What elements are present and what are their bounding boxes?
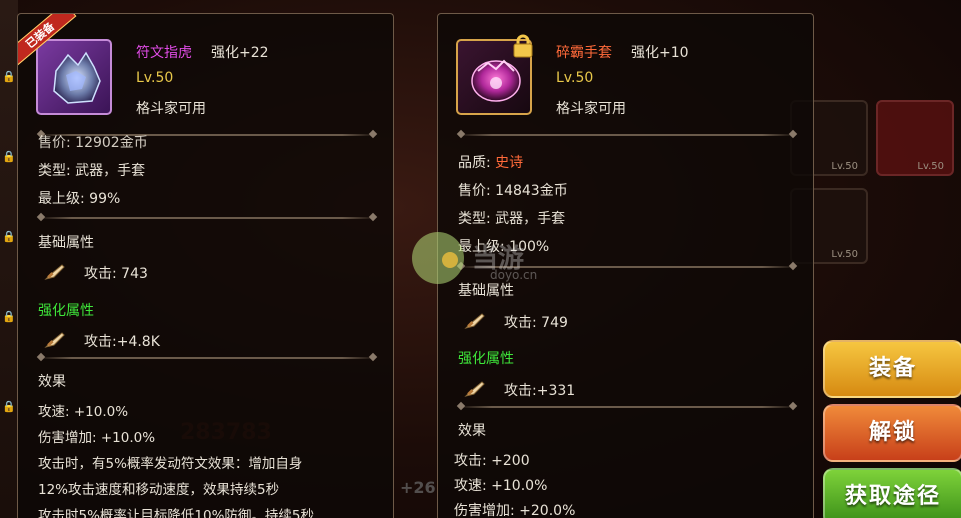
effect-title: 效果 (458, 423, 486, 439)
sword-icon (44, 264, 65, 280)
effect-line: 12%攻击速度和移动速度，效果持续5秒 (38, 482, 280, 498)
effect-line: 攻速: +10.0% (38, 404, 129, 420)
item-enhance-level: 强化+10 (631, 45, 689, 61)
knuckle-icon (53, 51, 101, 104)
slot-level: Lv.50 (831, 249, 858, 260)
sword-icon (464, 313, 485, 329)
item-class-restriction: 格斗家可用 (136, 101, 206, 117)
divider (458, 266, 796, 268)
effect-line: 伤害增加: +10.0% (38, 430, 156, 446)
unlock-button[interactable]: 解锁 (823, 404, 961, 462)
divider (38, 357, 376, 359)
base-attr-title: 基础属性 (458, 283, 514, 299)
item-type: 类型: 武器，手套 (38, 163, 146, 179)
base-attack: 攻击: 743 (84, 266, 148, 282)
enhance-attr-title: 强化属性 (458, 351, 514, 367)
lock-icon: 🔒 (2, 310, 16, 323)
lock-icon: 🔒 (2, 230, 16, 243)
divider (458, 406, 796, 408)
obtain-source-button[interactable]: 获取途径 (823, 468, 961, 518)
divider (38, 217, 376, 219)
lock-icon: 🔒 (2, 150, 16, 163)
item-price: 售价: 12902金币 (38, 135, 148, 151)
item-enhance-level: 强化+22 (211, 45, 269, 61)
item-class-restriction: 格斗家可用 (556, 101, 626, 117)
equipped-item-tooltip: 已装备 符文指虎 强化+22 Lv.50 格斗家可用 售价: 12902金币 类… (17, 13, 394, 518)
enhance-attr-title: 强化属性 (38, 303, 94, 319)
lock-icon (513, 34, 533, 58)
effect-line: 攻击时，有5%概率发动符文效果：增加自身 (38, 456, 303, 472)
effect-line: 攻击时5%概率让目标降低10%防御。持续5秒 (38, 508, 315, 518)
slot-level: Lv.50 (831, 161, 858, 172)
item-icon-rune-knuckles (36, 39, 112, 115)
left-edge-bar: 🔒 🔒 🔒 🔒 🔒 (0, 0, 18, 518)
slot-level: Lv.50 (917, 161, 944, 172)
sword-icon (464, 381, 485, 397)
effect-line: 攻击: +200 (454, 453, 530, 469)
enhance-attack: 攻击:+4.8K (84, 334, 160, 350)
lock-icon: 🔒 (2, 70, 16, 83)
item-header: 已装备 符文指虎 强化+22 Lv.50 格斗家可用 (18, 14, 393, 124)
effect-line: 伤害增加: +20.0% (454, 503, 576, 518)
item-level: Lv.50 (556, 70, 594, 86)
item-max-level: 最上级: 99% (38, 191, 121, 207)
enhance-attack: 攻击:+331 (504, 383, 576, 399)
item-max-level: 最上级: 100% (458, 239, 550, 255)
base-attack: 攻击: 749 (504, 315, 568, 331)
lock-icon: 🔒 (2, 400, 16, 413)
item-header: 碎霸手套 强化+10 Lv.50 格斗家可用 (438, 14, 813, 124)
quality-label: 品质: (458, 155, 496, 171)
item-quality: 品质: 史诗 (458, 152, 523, 172)
inventory-slot[interactable]: Lv.50 (876, 100, 954, 176)
item-price: 售价: 14843金币 (458, 183, 568, 199)
item-type: 类型: 武器，手套 (458, 211, 566, 227)
sword-icon (44, 332, 65, 348)
background-plus: +26 (400, 478, 436, 497)
item-level: Lv.50 (136, 70, 174, 86)
equip-button[interactable]: 装备 (823, 340, 961, 398)
effect-title: 效果 (38, 374, 66, 390)
quality-value: 史诗 (495, 155, 524, 171)
compare-item-tooltip: 碎霸手套 强化+10 Lv.50 格斗家可用 品质: 史诗 售价: 14843金… (437, 13, 814, 518)
item-name: 碎霸手套 (556, 45, 612, 61)
effect-line: 攻速: +10.0% (454, 478, 548, 494)
item-name: 符文指虎 (136, 45, 192, 61)
base-attr-title: 基础属性 (38, 235, 94, 251)
divider (458, 134, 796, 136)
